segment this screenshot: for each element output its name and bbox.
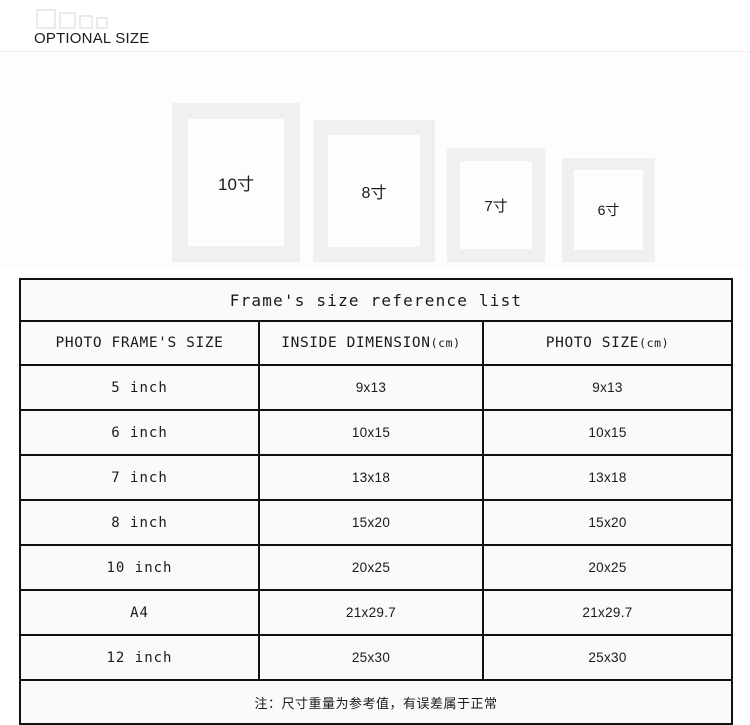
frame-label: 8寸 xyxy=(361,185,387,202)
frame-8-inch: 8寸 xyxy=(313,120,435,262)
frame-6-inch: 6寸 xyxy=(562,158,655,262)
table-note-row: 注：尺寸重量为参考值，有误差属于正常 xyxy=(18,679,734,725)
cell-photo-size: 25x30 xyxy=(481,634,734,681)
column-header-unit: (cm) xyxy=(639,336,670,350)
frame-label: 7寸 xyxy=(484,197,508,215)
cell-photo-size: 13x18 xyxy=(481,454,734,501)
frame-illustrations: 10寸 8寸 7寸 6寸 xyxy=(0,52,750,268)
frame-label: 6寸 xyxy=(597,202,620,218)
cell-photo-size: 9x13 xyxy=(481,364,734,411)
table-title: Frame's size reference list xyxy=(18,278,734,322)
table-row: 8 inch 15x20 15x20 xyxy=(19,499,734,546)
frame-inner-mat: 10寸 xyxy=(188,119,284,246)
table-title-row: Frame's size reference list xyxy=(18,278,734,322)
cell-photo-frame-size: 6 inch xyxy=(19,409,260,456)
cell-inside-dimension: 15x20 xyxy=(258,499,484,546)
column-header-label: PHOTO SIZE xyxy=(545,335,640,351)
cell-photo-frame-size: A4 xyxy=(19,589,260,636)
table-row: 5 inch 9x13 9x13 xyxy=(19,364,734,411)
column-header-label: INSIDE DIMENSION xyxy=(281,335,431,351)
column-header-unit: (cm) xyxy=(430,336,461,350)
cell-photo-frame-size: 7 inch xyxy=(19,454,260,501)
cell-inside-dimension: 25x30 xyxy=(258,634,484,681)
table-row: 6 inch 10x15 10x15 xyxy=(19,409,734,456)
table-row: A4 21x29.7 21x29.7 xyxy=(19,589,734,636)
cell-photo-size: 10x15 xyxy=(481,409,734,456)
cell-inside-dimension: 21x29.7 xyxy=(258,589,484,636)
cell-inside-dimension: 20x25 xyxy=(258,544,484,591)
cell-photo-frame-size: 10 inch xyxy=(19,544,260,591)
table-row: 7 inch 13x18 13x18 xyxy=(19,454,734,501)
cell-photo-frame-size: 12 inch xyxy=(19,634,260,681)
optional-size-banner: OPTIONAL SIZE xyxy=(0,0,750,52)
cell-photo-size: 20x25 xyxy=(481,544,734,591)
decorative-square-icon xyxy=(36,9,56,29)
table-row: 10 inch 20x25 20x25 xyxy=(19,544,734,591)
decorative-square-icon xyxy=(79,15,93,29)
table-header-row: PHOTO FRAME'S SIZE INSIDE DIMENSION(cm) … xyxy=(19,320,734,366)
cell-photo-size: 15x20 xyxy=(481,499,734,546)
frame-7-inch: 7寸 xyxy=(447,148,545,262)
column-header-label: PHOTO FRAME'S SIZE xyxy=(55,335,224,351)
table-note: 注：尺寸重量为参考值，有误差属于正常 xyxy=(18,679,734,725)
frame-10-inch: 10寸 xyxy=(172,103,300,262)
cell-photo-frame-size: 8 inch xyxy=(19,499,260,546)
column-header-photo-frame-size: PHOTO FRAME'S SIZE xyxy=(19,320,260,366)
decorative-square-icon xyxy=(59,12,76,29)
cell-photo-size: 21x29.7 xyxy=(481,589,734,636)
page-title: OPTIONAL SIZE xyxy=(34,30,150,47)
frame-inner-mat: 7寸 xyxy=(460,161,532,249)
frame-inner-mat: 8寸 xyxy=(328,135,420,247)
table-row: 12 inch 25x30 25x30 xyxy=(19,634,734,681)
cell-inside-dimension: 13x18 xyxy=(258,454,484,501)
frame-label: 10寸 xyxy=(218,175,254,194)
decorative-squares-group xyxy=(36,9,108,29)
column-header-photo-size: PHOTO SIZE(cm) xyxy=(481,320,734,366)
cell-photo-frame-size: 5 inch xyxy=(19,364,260,411)
column-header-inside-dimension: INSIDE DIMENSION(cm) xyxy=(258,320,484,366)
frame-size-reference-table: Frame's size reference list PHOTO FRAME'… xyxy=(18,278,734,725)
cell-inside-dimension: 9x13 xyxy=(258,364,484,411)
decorative-square-icon xyxy=(96,17,108,29)
frame-inner-mat: 6寸 xyxy=(574,170,643,250)
cell-inside-dimension: 10x15 xyxy=(258,409,484,456)
